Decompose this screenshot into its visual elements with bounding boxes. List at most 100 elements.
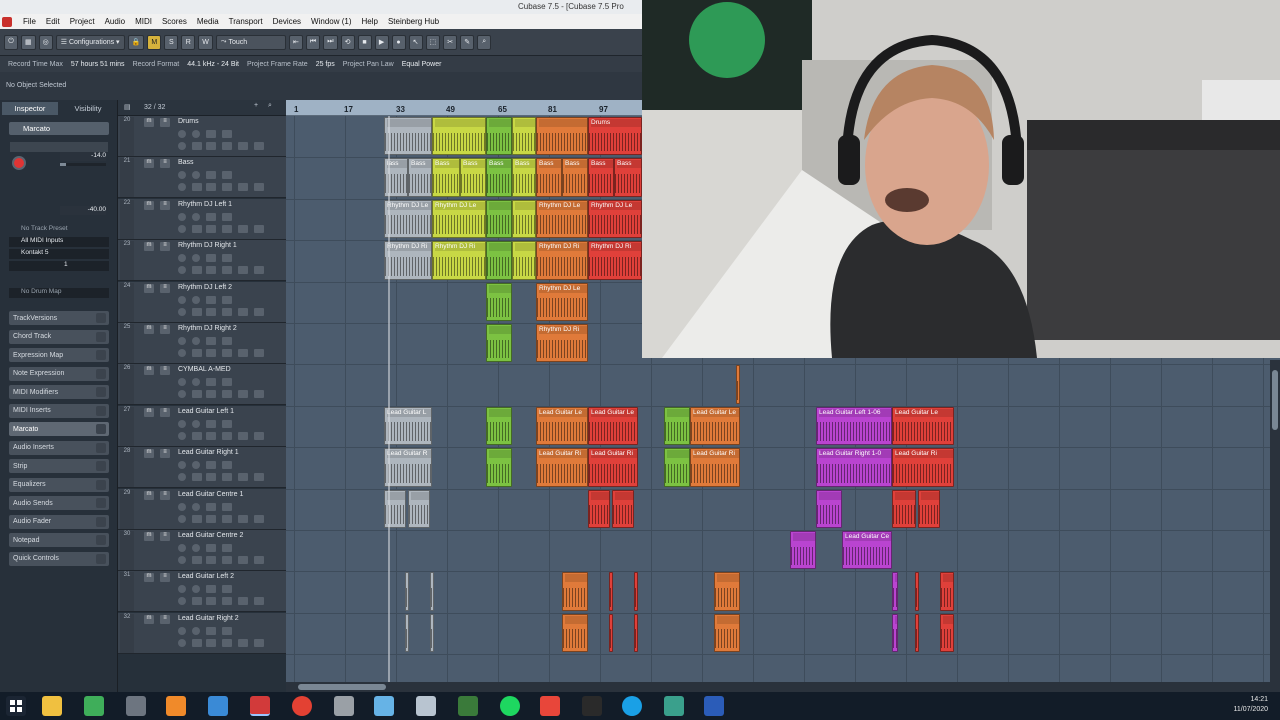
audio-event[interactable]: Lead Guitar Le: [892, 406, 954, 446]
app-icon-paw[interactable]: [416, 696, 436, 716]
audio-event[interactable]: Bass: [460, 158, 486, 197]
inspector-section[interactable]: Audio Inserts: [9, 440, 109, 455]
stop-icon[interactable]: ■: [357, 34, 372, 50]
track-control-button[interactable]: [206, 419, 216, 428]
write-toggle[interactable]: W: [198, 34, 213, 50]
project-cursor[interactable]: [388, 116, 390, 682]
audio-event[interactable]: Lead Guitar Right 1-0: [816, 448, 892, 487]
app-icon-red[interactable]: [540, 696, 560, 716]
midi-channel-select[interactable]: 1: [9, 261, 109, 271]
activate-project-button[interactable]: ⏻: [4, 34, 18, 50]
record-enable-icon[interactable]: [178, 378, 186, 387]
track-control-button[interactable]: [254, 638, 264, 647]
record-enable-icon[interactable]: [178, 626, 186, 635]
audio-event[interactable]: [405, 572, 409, 611]
track-control-button[interactable]: [206, 307, 216, 316]
audio-event[interactable]: Rhythm DJ Ri: [588, 241, 642, 280]
audio-event[interactable]: Lead Guitar Ri: [892, 448, 954, 487]
track-preset-field[interactable]: No Track Preset: [9, 225, 109, 235]
solo-button[interactable]: ≡: [160, 283, 170, 293]
mute-button[interactable]: m: [144, 366, 154, 376]
track-control-button[interactable]: [254, 307, 264, 316]
track-control-button[interactable]: [222, 295, 232, 304]
audio-event[interactable]: [486, 241, 512, 280]
audio-event[interactable]: Bass: [432, 158, 460, 197]
mute-button[interactable]: m: [144, 325, 154, 334]
play-icon[interactable]: ▶: [374, 34, 389, 50]
menu-audio[interactable]: Audio: [100, 17, 130, 26]
track-control-button[interactable]: [254, 142, 264, 150]
audio-event[interactable]: Lead Guitar Le: [536, 406, 588, 446]
track-control-button[interactable]: [222, 419, 232, 428]
system-clock[interactable]: 14:21 11/07/2020: [1233, 695, 1268, 715]
track-control-button[interactable]: [254, 473, 264, 482]
audio-event[interactable]: Rhythm DJ Le: [536, 199, 588, 239]
track-control-button[interactable]: [192, 431, 202, 440]
app-icon-light-blue[interactable]: [374, 696, 394, 716]
windows-start-icon[interactable]: [6, 696, 26, 716]
monitor-icon[interactable]: [178, 431, 186, 440]
track-control-button[interactable]: [238, 349, 248, 357]
app-icon-blue[interactable]: [208, 696, 228, 716]
track-control-button[interactable]: [222, 266, 232, 275]
track-control-button[interactable]: [206, 130, 216, 138]
volume-value[interactable]: -14.0: [60, 152, 106, 161]
audio-event[interactable]: [430, 572, 434, 611]
track-control-button[interactable]: [206, 349, 216, 357]
record-enable-icon[interactable]: [192, 212, 200, 221]
track-control-button[interactable]: [206, 337, 216, 345]
app-icon-move[interactable]: [126, 696, 146, 716]
monitor-icon[interactable]: [178, 307, 186, 316]
track-row[interactable]: 31 m ≡ Lead Guitar Left 2: [118, 571, 286, 613]
draw-tool-icon[interactable]: ✎: [460, 34, 475, 50]
track-control-button[interactable]: [222, 212, 232, 221]
inspector-section[interactable]: Equalizers: [9, 477, 109, 492]
track-control-button[interactable]: [206, 556, 216, 564]
track-control-button[interactable]: [206, 224, 216, 233]
track-control-button[interactable]: [206, 597, 216, 606]
track-control-button[interactable]: [254, 514, 264, 523]
monitor-icon[interactable]: [178, 183, 186, 192]
audio-event[interactable]: [918, 489, 940, 528]
record-icon[interactable]: ●: [391, 34, 406, 50]
audio-event[interactable]: [486, 324, 512, 363]
track-control-button[interactable]: [192, 597, 202, 606]
track-control-button[interactable]: [254, 556, 264, 564]
window-layout-button[interactable]: ▦: [21, 34, 36, 50]
app-icon-teal[interactable]: [664, 696, 684, 716]
track-control-button[interactable]: [192, 224, 202, 233]
track-control-button[interactable]: [238, 514, 248, 523]
audio-event[interactable]: Lead Guitar Left 1-06: [816, 406, 892, 446]
audio-event[interactable]: Bass: [614, 158, 642, 197]
object-select-tool-icon[interactable]: ↖: [408, 34, 423, 50]
audio-event[interactable]: [562, 613, 588, 653]
mute-button[interactable]: m: [144, 532, 154, 541]
word-icon[interactable]: [704, 696, 724, 716]
audio-event[interactable]: Lead Guitar L: [384, 406, 432, 446]
audio-event[interactable]: [486, 199, 512, 239]
track-row[interactable]: 23 m ≡ Rhythm DJ Right 1: [118, 240, 286, 282]
add-track-icon[interactable]: +: [254, 102, 258, 109]
track-row[interactable]: 22 m ≡ Rhythm DJ Left 1: [118, 198, 286, 240]
track-row[interactable]: 21 m ≡ Bass: [118, 157, 286, 199]
audio-event[interactable]: Lead Guitar Le: [690, 406, 740, 446]
track-control-button[interactable]: [238, 597, 248, 606]
audio-event[interactable]: [940, 572, 954, 611]
record-enable-icon[interactable]: [192, 254, 200, 263]
track-control-button[interactable]: [222, 349, 232, 357]
tab-inspector[interactable]: Inspector: [2, 102, 58, 115]
record-enable-icon[interactable]: [178, 212, 186, 221]
track-buttons-row[interactable]: [10, 142, 108, 152]
track-control-button[interactable]: [254, 431, 264, 440]
solo-button[interactable]: ≡: [160, 532, 170, 541]
audio-event[interactable]: [512, 199, 536, 239]
read-toggle[interactable]: R: [181, 34, 196, 50]
inspector-section[interactable]: MIDI Modifiers: [9, 385, 109, 399]
audio-event[interactable]: [714, 572, 740, 611]
record-enable-icon[interactable]: [192, 130, 200, 138]
track-name[interactable]: Lead Guitar Centre 2: [178, 532, 243, 539]
track-control-button[interactable]: [206, 461, 216, 470]
mute-toggle[interactable]: M: [147, 34, 162, 50]
menu-edit[interactable]: Edit: [41, 17, 65, 26]
track-control-button[interactable]: [206, 638, 216, 647]
